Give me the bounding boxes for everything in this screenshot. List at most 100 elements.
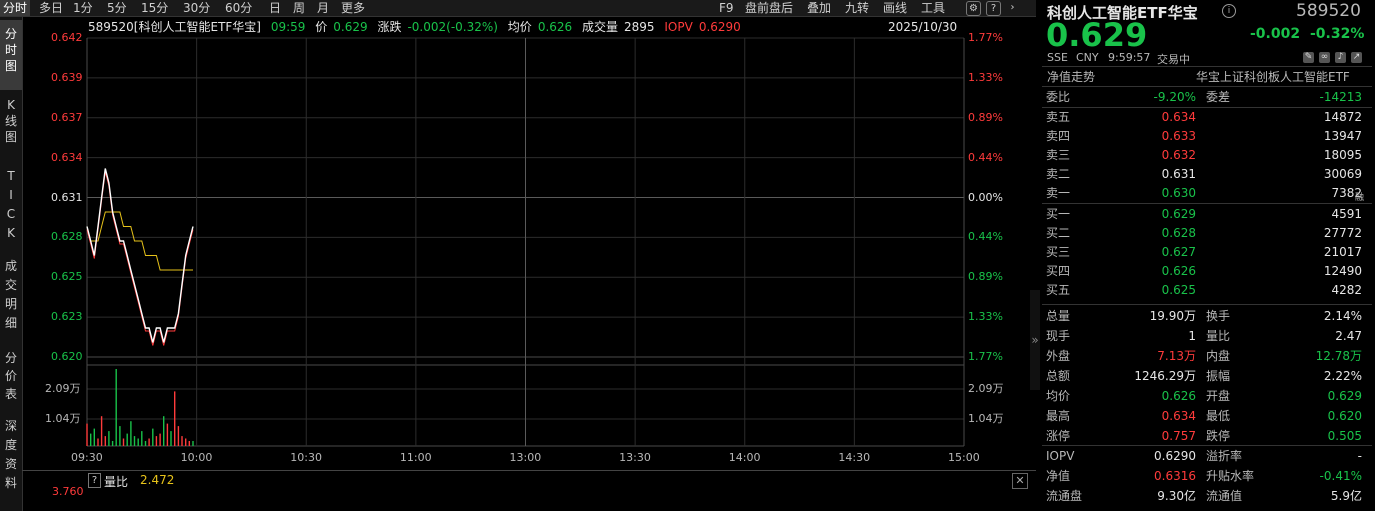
stat-row: 最高 0.634 最低 0.620 — [1046, 407, 1366, 426]
sell-level-label: 卖二 — [1046, 167, 1071, 181]
weibi-value: -9.20% — [1153, 90, 1196, 104]
volume-bar — [104, 436, 106, 446]
stat-value: 0.634 — [1161, 409, 1196, 423]
stat-label: 开盘 — [1206, 389, 1231, 403]
volume-bar — [126, 433, 128, 446]
stat-label: 内盘 — [1206, 349, 1231, 363]
stat-label: 最高 — [1046, 409, 1071, 423]
stat-value: 0.757 — [1161, 429, 1196, 443]
volume-bar — [188, 441, 190, 446]
sell-level-label: 卖三 — [1046, 148, 1071, 162]
avg-price-line — [86, 211, 193, 271]
share-icon[interactable]: ↗ — [1351, 52, 1362, 63]
help-icon[interactable]: ? — [88, 473, 101, 488]
stat-row: 现手 1 量比 2.47 — [1046, 327, 1366, 346]
time-tick: 10:30 — [290, 451, 322, 464]
nav-trend-link[interactable]: 净值走势 — [1047, 68, 1095, 85]
stat-label: 升贴水率 — [1206, 469, 1255, 483]
buy-level-label: 买四 — [1046, 264, 1071, 278]
price-tick: 0.623 — [51, 310, 83, 324]
stat-value: 0.626 — [1161, 389, 1196, 403]
stat-label: 总量 — [1046, 309, 1071, 323]
info-icon[interactable]: i — [1222, 4, 1236, 18]
volume-bar — [108, 431, 110, 446]
buy-level-price: 0.625 — [1161, 283, 1196, 297]
volume-bar — [115, 369, 117, 446]
sell-level-label: 卖一 — [1046, 186, 1071, 200]
sell-level-volume: 30069 — [1323, 167, 1362, 181]
volume-bar — [174, 391, 176, 446]
stat-label: 涨停 — [1046, 429, 1071, 443]
link-icon[interactable]: ∞ — [1319, 52, 1330, 63]
stat-label: 外盘 — [1046, 349, 1071, 363]
volume-bar — [163, 416, 165, 446]
time-tick: 09:30 — [71, 451, 103, 464]
sell-level-row: 卖三 0.632 18095 — [1046, 146, 1366, 165]
stat-label: 量比 — [1206, 329, 1231, 343]
buy-level-price: 0.627 — [1161, 245, 1196, 259]
volume-bar — [133, 436, 136, 446]
percent-tick: 0.44% — [968, 230, 1003, 244]
time-tick: 13:30 — [619, 451, 651, 464]
stat-value: 0.620 — [1327, 409, 1362, 423]
chart-grid — [86, 37, 965, 447]
exchange: SSE — [1047, 51, 1068, 64]
quote-timestamp: 9:59:57 — [1108, 51, 1151, 64]
divider — [1042, 304, 1372, 305]
price-change-pct: -0.32% — [1310, 26, 1365, 42]
bell-icon[interactable]: ♪ — [1335, 52, 1346, 63]
stat-label: 振幅 — [1206, 369, 1231, 383]
weibi-label: 委比 — [1046, 90, 1071, 104]
stat-label: 均价 — [1046, 389, 1071, 403]
stat-value: -0.41% — [1319, 469, 1362, 483]
sell-level-label: 卖五 — [1046, 110, 1071, 124]
divider — [1042, 445, 1372, 446]
stat-value: 9.30亿 — [1157, 489, 1196, 503]
stat-value: 19.90万 — [1149, 309, 1196, 323]
price-change: -0.002 — [1250, 26, 1301, 42]
buy-level-row: 买三 0.627 21017 — [1046, 243, 1366, 262]
percent-tick: 0.89% — [968, 110, 1003, 124]
edit-icon[interactable]: ✎ — [1303, 52, 1314, 63]
expand-icon[interactable]: » — [1030, 290, 1040, 390]
stat-value: 1246.29万 — [1134, 369, 1196, 383]
volume-tick: 1.04万 — [45, 412, 81, 425]
volume-bar — [97, 438, 99, 446]
buy-level-row: 买一 0.629 4591 — [1046, 205, 1366, 224]
stat-value: 0.505 — [1327, 429, 1362, 443]
buy-level-price: 0.626 — [1161, 264, 1196, 278]
percent-tick: 0.89% — [968, 270, 1003, 284]
volume-bar — [185, 438, 187, 446]
buy-level-row: 买四 0.626 12490 — [1046, 262, 1366, 281]
stat-label: 流通值 — [1206, 489, 1243, 503]
volume-bar — [152, 428, 154, 446]
buy-level-row: 买五 0.625 4282 — [1046, 281, 1366, 300]
buy-level-label: 买二 — [1046, 226, 1071, 240]
percent-tick: 1.77% — [968, 350, 1003, 363]
stat-value: 2.47 — [1335, 329, 1362, 343]
stat-label: 现手 — [1046, 329, 1071, 343]
percent-tick: 0.00% — [968, 190, 1003, 204]
etf-stat-row: IOPV 0.6290 溢折率 - — [1046, 447, 1366, 466]
etf-stat-row: 流通盘 9.30亿 流通值 5.9亿 — [1046, 487, 1366, 506]
stat-value: - — [1357, 449, 1362, 463]
buy-level-volume: 12490 — [1323, 264, 1362, 278]
tracked-index-name: 华宝上证科创板人工智能ETF — [1196, 70, 1350, 84]
intraday-chart[interactable] — [0, 0, 1036, 511]
stat-label: 最低 — [1206, 409, 1231, 423]
divider — [1042, 86, 1372, 87]
stat-label: 跌停 — [1206, 429, 1231, 443]
currency: CNY — [1076, 51, 1099, 64]
sell-level-row: 卖五 0.634 14872 — [1046, 108, 1366, 127]
percent-tick: 1.33% — [968, 70, 1003, 84]
volume-bar — [170, 431, 172, 446]
sub-axis-top: 3.760 — [52, 485, 84, 498]
close-icon[interactable]: ✕ — [1012, 473, 1028, 489]
stat-value: 12.78万 — [1315, 349, 1362, 363]
stat-label: 换手 — [1206, 309, 1231, 323]
volume-tick: 2.09万 — [45, 382, 81, 395]
volume-tick: 2.09万 — [968, 382, 1004, 395]
weibi-row: 委比 -9.20% 委差 -14213 — [1046, 88, 1366, 107]
divider — [1042, 203, 1372, 204]
sell-level-label: 卖四 — [1046, 129, 1071, 143]
